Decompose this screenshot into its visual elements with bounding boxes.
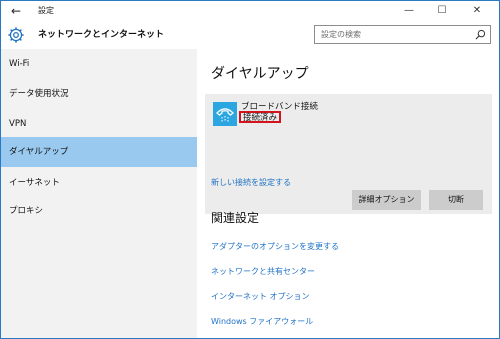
new-connection-link[interactable]: 新しい接続を設定する [211, 177, 291, 188]
sidebar-item-dialup[interactable]: ダイヤルアップ [1, 137, 197, 167]
search-icon[interactable] [475, 29, 486, 40]
advanced-options-button[interactable]: 詳細オプション [352, 190, 421, 210]
sidebar-item-proxy[interactable]: プロキシ [1, 196, 197, 226]
connection-status: 接続済み [239, 111, 282, 123]
section-title: ダイヤルアップ [211, 66, 309, 82]
title-bar: ← 設定 — ☐ ✕ [1, 1, 499, 21]
sidebar-item-vpn[interactable]: VPN [1, 109, 197, 139]
windows-firewall-link[interactable]: Windows ファイアウォール [211, 316, 313, 327]
sidebar: Wi-Fi データ使用状況 VPN ダイヤルアップ イーサネット プロキシ [1, 49, 197, 338]
window-title: 設定 [38, 6, 54, 15]
search-placeholder: 設定の検索 [321, 30, 361, 39]
disconnect-button[interactable]: 切断 [429, 190, 483, 210]
sidebar-item-ethernet[interactable]: イーサネット [1, 168, 197, 198]
back-arrow-icon[interactable]: ← [5, 1, 27, 21]
close-icon[interactable]: ✕ [462, 1, 492, 21]
page-title: ネットワークとインターネット [38, 30, 165, 40]
maximize-icon[interactable]: ☐ [427, 1, 457, 21]
sidebar-item-wifi[interactable]: Wi-Fi [1, 49, 197, 79]
related-settings-title: 関連設定 [211, 211, 260, 225]
network-sharing-center-link[interactable]: ネットワークと共有センター [211, 266, 315, 277]
internet-options-link[interactable]: インターネット オプション [211, 291, 310, 302]
sidebar-item-data-usage[interactable]: データ使用状況 [1, 79, 197, 109]
connection-card[interactable]: ブロードバンド接続 接続済み 詳細オプション 切断 [205, 94, 492, 214]
page-header: ネットワークとインターネット 設定の検索 [1, 21, 499, 49]
settings-window: ← 設定 — ☐ ✕ ネットワークとインターネット 設定の検索 Wi-Fi デー… [0, 0, 500, 339]
adapter-options-link[interactable]: アダプターのオプションを変更する [211, 241, 339, 252]
search-input[interactable]: 設定の検索 [314, 25, 491, 44]
gear-icon [8, 27, 24, 43]
dialup-icon [213, 102, 237, 126]
main-content: ダイヤルアップ ブロードバンド接続 接続済み 詳細オプション 切断 新しい接続を… [197, 49, 499, 338]
minimize-icon[interactable]: — [394, 1, 424, 21]
